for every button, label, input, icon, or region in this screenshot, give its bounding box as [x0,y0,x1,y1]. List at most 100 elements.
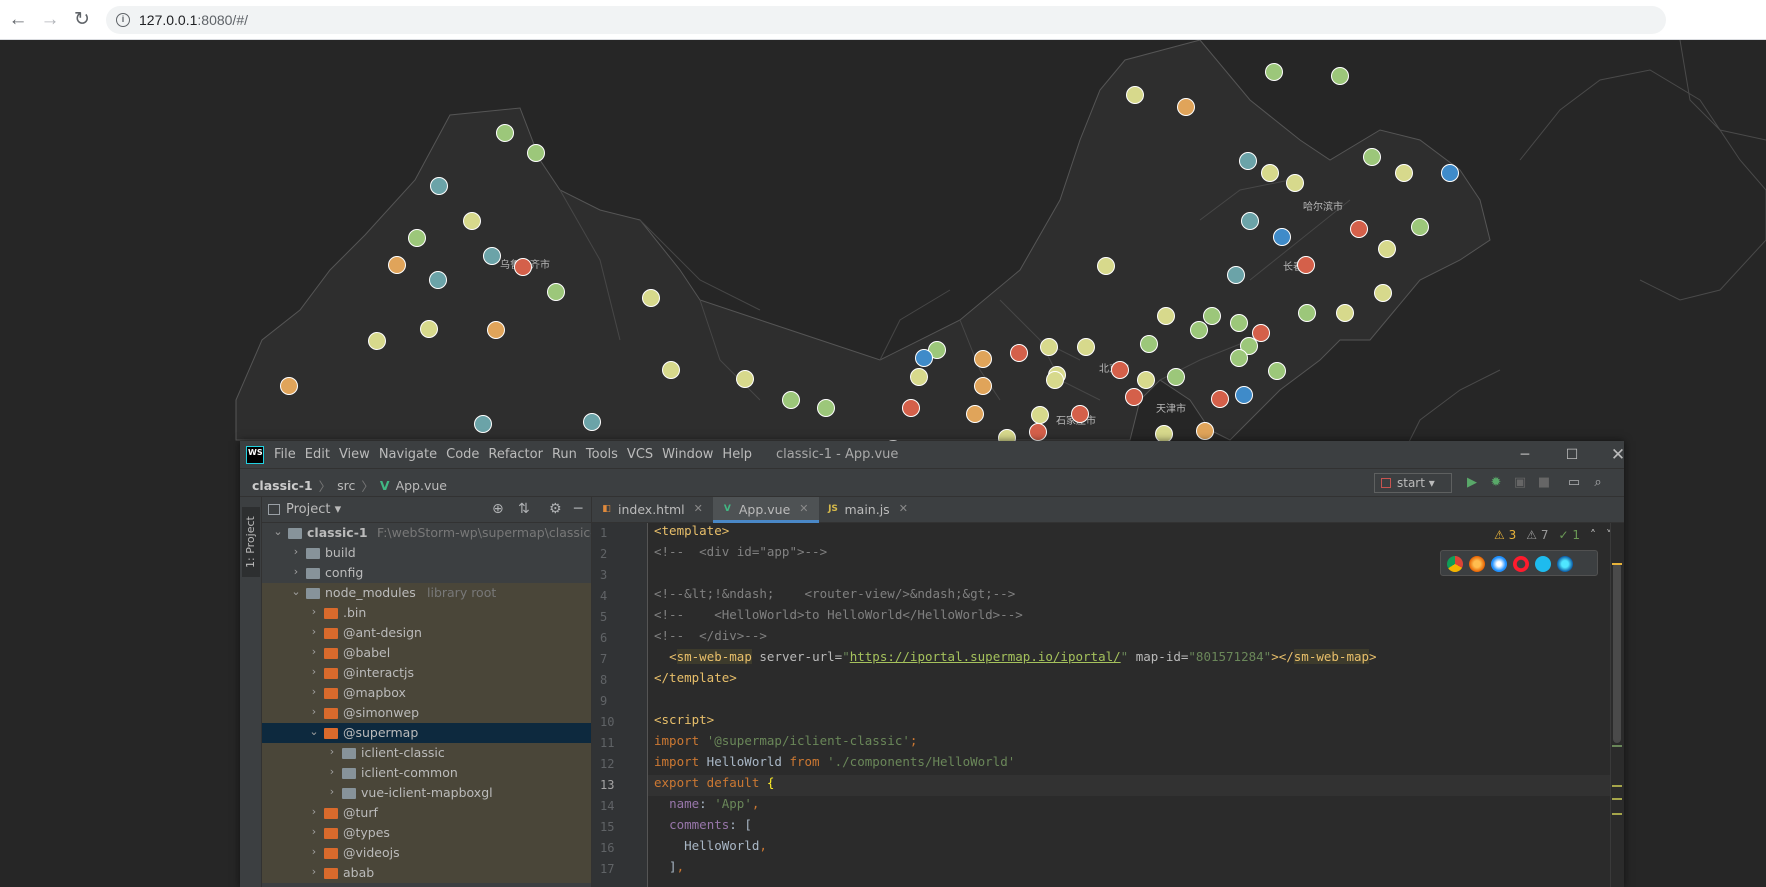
tree-item[interactable]: › @mapbox [262,683,591,703]
firefox-icon[interactable] [1469,556,1485,572]
map-point-marker[interactable] [368,332,386,350]
map-point-marker[interactable] [1203,307,1221,325]
tree-item[interactable]: › abab [262,863,591,883]
map-point-marker[interactable] [1374,284,1392,302]
map-point-marker[interactable] [1298,304,1316,322]
map-point-marker[interactable] [642,289,660,307]
map-point-marker[interactable] [487,321,505,339]
map-point-marker[interactable] [1230,314,1248,332]
change-marker[interactable] [1612,813,1622,815]
menu-vcs[interactable]: VCS [627,447,653,462]
map-point-marker[interactable] [782,391,800,409]
map-point-marker[interactable] [1297,256,1315,274]
map-point-marker[interactable] [1111,361,1129,379]
debug-icon[interactable]: ✹ [1488,475,1504,491]
tab-index-html[interactable]: ◧ index.html ✕ [592,497,713,523]
map-point-marker[interactable] [910,368,928,386]
map-point-marker[interactable] [1331,67,1349,85]
map-point-marker[interactable] [1395,164,1413,182]
map-point-marker[interactable] [1441,164,1459,182]
map-point-marker[interactable] [1239,152,1257,170]
map-point-marker[interactable] [1378,240,1396,258]
chevron-up-icon[interactable]: ˄ [1590,528,1596,542]
project-tool-tab[interactable]: 1: Project [242,507,260,577]
chevron-right-icon[interactable]: › [308,605,320,618]
map-point-marker[interactable] [463,212,481,230]
tree-item[interactable]: › @interactjs [262,663,591,683]
close-tab-icon[interactable]: ✕ [899,502,908,523]
map-point-marker[interactable] [1350,220,1368,238]
breadcrumb-file[interactable]: App.vue [396,478,447,493]
run-config-dropdown[interactable]: start ▾ [1374,473,1452,493]
map-point-marker[interactable] [1363,148,1381,166]
map-point-marker[interactable] [483,247,501,265]
map-point-marker[interactable] [1190,321,1208,339]
chevron-right-icon[interactable]: › [308,685,320,698]
map-point-marker[interactable] [1336,304,1354,322]
gear-icon[interactable]: ⚙ [549,501,562,517]
chevron-right-icon[interactable]: › [308,625,320,638]
map-point-marker[interactable] [280,377,298,395]
map-point-marker[interactable] [1286,174,1304,192]
chevron-right-icon[interactable]: › [308,865,320,878]
map-point-marker[interactable] [430,177,448,195]
map-point-marker[interactable] [1071,405,1089,423]
tree-item[interactable]: › @videojs [262,843,591,863]
map-point-marker[interactable] [1157,307,1175,325]
close-icon[interactable]: ✕ [1598,444,1638,466]
map-point-marker[interactable] [1265,63,1283,81]
tree-item[interactable]: › config [262,563,591,583]
map-point-marker[interactable] [1268,362,1286,380]
chevron-right-icon[interactable]: › [290,545,302,558]
chevron-right-icon[interactable]: › [308,825,320,838]
editor-scrollbar[interactable] [1610,523,1624,887]
map-point-marker[interactable] [1177,98,1195,116]
chevron-right-icon[interactable]: › [290,565,302,578]
map-point-marker[interactable] [1010,344,1028,362]
map-point-marker[interactable] [1241,212,1259,230]
map-point-marker[interactable] [966,405,984,423]
ie-icon[interactable] [1535,556,1551,572]
map-point-marker[interactable] [408,229,426,247]
menu-view[interactable]: View [339,447,370,462]
menu-file[interactable]: File [274,447,296,462]
map-point-marker[interactable] [1261,164,1279,182]
scrollbar-thumb[interactable] [1613,563,1621,743]
close-tab-icon[interactable]: ✕ [799,502,808,520]
inspection-widget[interactable]: ⚠ 3 ⚠ 7 ✓ 1 ˄ ˅ [1494,528,1612,542]
tree-item[interactable]: › iclient-classic [262,743,591,763]
info-icon[interactable]: i [116,13,130,27]
tree-item[interactable]: › @ant-design [262,623,591,643]
warning-count[interactable]: ⚠ 3 [1494,528,1516,542]
change-marker[interactable] [1612,785,1622,787]
map-point-marker[interactable] [1211,390,1229,408]
tree-item[interactable]: › .bin [262,603,591,623]
map-point-marker[interactable] [1273,228,1291,246]
chevron-right-icon[interactable]: › [326,745,338,758]
menu-edit[interactable]: Edit [305,447,330,462]
chevron-down-icon[interactable]: ⌄ [308,725,320,738]
map-point-marker[interactable] [1125,388,1143,406]
tab-app-vue[interactable]: V App.vue ✕ [712,497,819,523]
map-point-marker[interactable] [1227,266,1245,284]
map-point-marker[interactable] [1137,371,1155,389]
map-point-marker[interactable] [1230,349,1248,367]
map-point-marker[interactable] [496,124,514,142]
tree-item[interactable]: ⌄ node_modules library root [262,583,591,603]
map-point-marker[interactable] [1235,386,1253,404]
weak-warning-count[interactable]: ⚠ 7 [1526,528,1548,542]
map-point-marker[interactable] [974,350,992,368]
edge-icon[interactable] [1557,556,1573,572]
map-point-marker[interactable] [527,144,545,162]
chevron-down-icon[interactable]: ⌄ [272,525,284,538]
locate-icon[interactable]: ⊕ [492,501,504,517]
chevron-right-icon[interactable]: › [308,805,320,818]
project-view-selector[interactable]: Project ▾ [286,502,341,517]
map-point-marker[interactable] [1126,86,1144,104]
run-icon[interactable]: ▶ [1464,475,1480,491]
tree-item[interactable]: ⌄ classic-1 F:\webStorm-wp\supermap\classi… [262,523,591,543]
map-point-marker[interactable] [583,413,601,431]
opera-icon[interactable] [1513,556,1529,572]
typo-count[interactable]: ✓ 1 [1558,528,1580,542]
tree-item[interactable]: › @simonwep [262,703,591,723]
